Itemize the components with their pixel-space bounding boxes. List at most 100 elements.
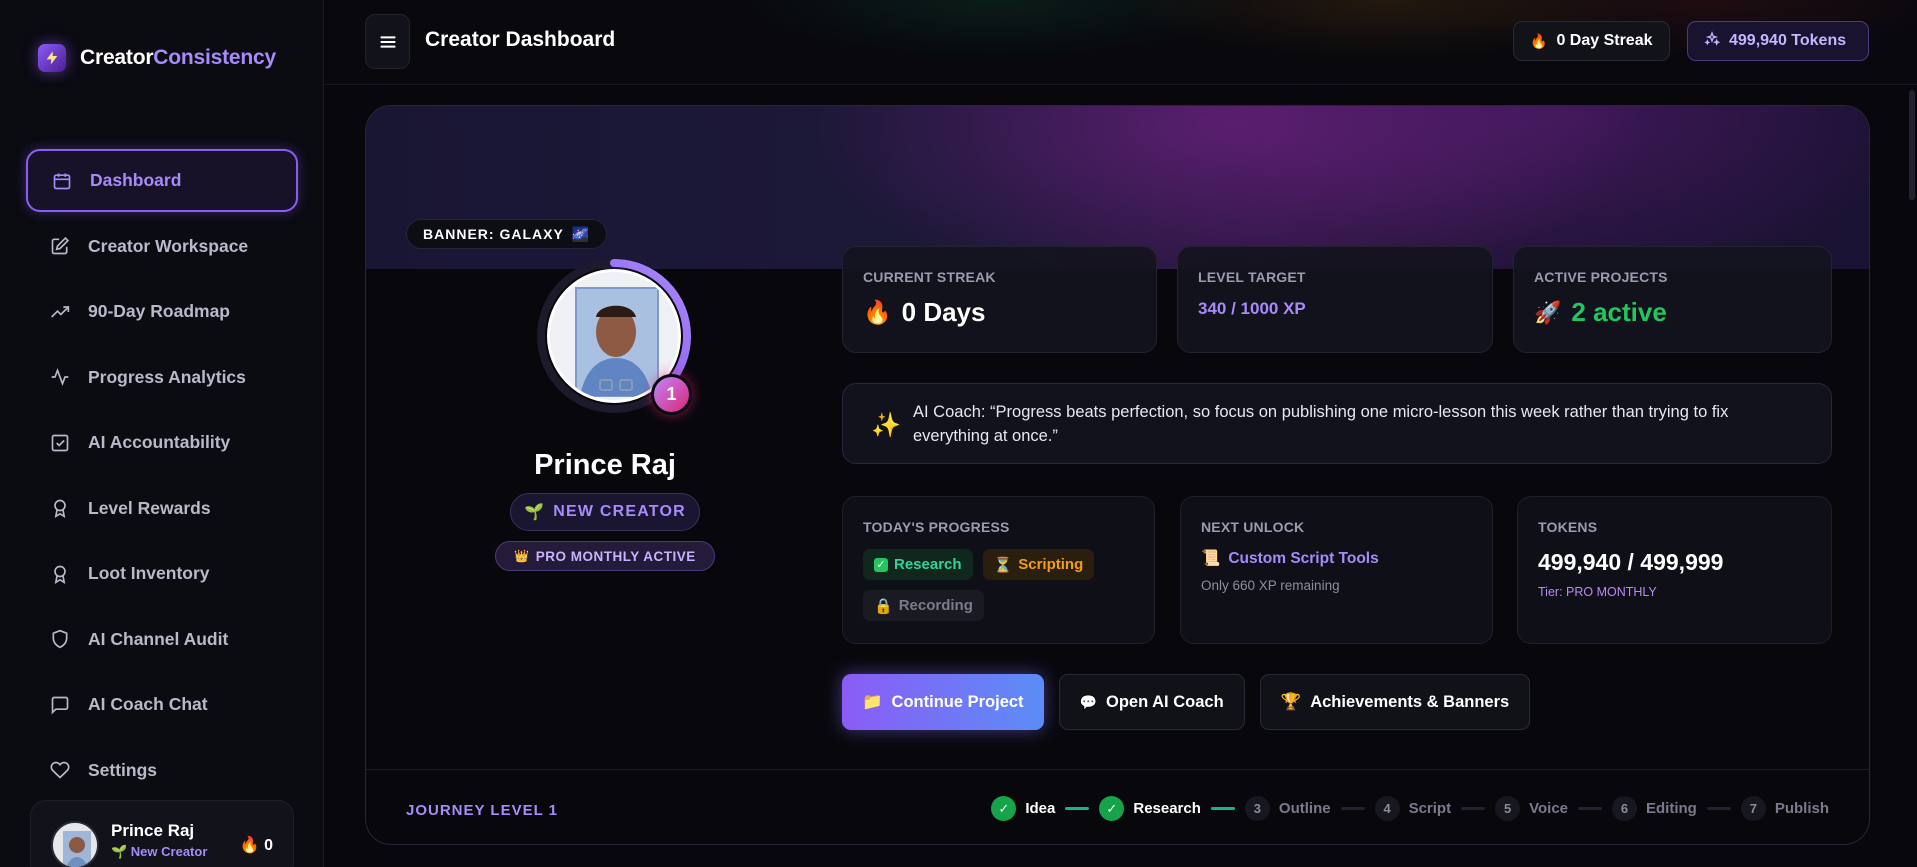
continue-project-button[interactable]: 📁 Continue Project: [842, 674, 1044, 730]
profile-card: BANNER: GALAXY 🌌 1 Prince Raj 🌱 NEW CREA…: [365, 105, 1870, 845]
scrollbar[interactable]: [1909, 90, 1915, 200]
step-editing[interactable]: 6 Editing: [1612, 796, 1697, 821]
tokens-tier: Tier: PRO MONTHLY: [1538, 585, 1657, 599]
chip-recording: 🔒 Recording: [863, 590, 984, 621]
check-icon: ✓: [874, 557, 888, 572]
trend-icon: [50, 302, 70, 322]
sidebar: CreatorConsistency Dashboard Creator Wor…: [0, 0, 324, 867]
step-number: 5: [1495, 796, 1521, 821]
step-number: 4: [1374, 796, 1400, 821]
step-number: 3: [1244, 796, 1270, 821]
step-connector: [1340, 807, 1365, 810]
action-buttons: 📁 Continue Project 💬 Open AI Coach 🏆 Achiev…: [842, 674, 1531, 730]
shield-icon: [50, 629, 70, 649]
streak-card: CURRENT STREAK 🔥 0 Days: [842, 246, 1157, 353]
rocket-icon: 🚀: [1534, 299, 1562, 325]
brand[interactable]: CreatorConsistency: [38, 44, 276, 72]
tokens-text: 499,940 Tokens: [1729, 32, 1847, 49]
sidebar-item-ai-channel-audit[interactable]: AI Channel Audit: [26, 608, 298, 671]
banner-tag[interactable]: BANNER: GALAXY 🌌: [406, 219, 608, 249]
check-icon: ✓: [1099, 796, 1125, 821]
sidebar-item-dashboard[interactable]: Dashboard: [26, 149, 298, 212]
folder-icon: 📁: [862, 692, 883, 711]
sidebar-item-creator-workspace[interactable]: Creator Workspace: [26, 215, 298, 278]
lightning-icon: [38, 44, 66, 72]
heart-icon: [50, 760, 70, 780]
step-connector: [1210, 807, 1235, 810]
step-connector: [1461, 807, 1486, 810]
seedling-icon: 🌱: [524, 504, 546, 521]
sidebar-item-progress-analytics[interactable]: Progress Analytics: [26, 346, 298, 409]
ai-coach-message: ✨ AI Coach: “Progress beats perfection, …: [842, 383, 1832, 464]
user-card[interactable]: Prince Raj 🌱 New Creator 🔥 0: [30, 800, 294, 867]
sidebar-item-label: Dashboard: [90, 170, 182, 190]
step-connector: [1578, 807, 1602, 810]
avatar-container: 1: [534, 256, 694, 416]
check-icon: ✓: [991, 796, 1017, 821]
sidebar-item-label: Creator Workspace: [88, 235, 249, 256]
open-ai-coach-button[interactable]: 💬 Open AI Coach: [1058, 674, 1245, 730]
streak-pill[interactable]: 🔥 0 Day Streak: [1513, 21, 1670, 61]
step-connector: [1706, 807, 1731, 810]
galaxy-icon: 🌌: [571, 225, 591, 242]
sidebar-item-settings[interactable]: Settings: [26, 739, 298, 802]
achievements-button[interactable]: 🏆 Achievements & Banners: [1259, 674, 1531, 730]
sidebar-item-level-rewards[interactable]: Level Rewards: [26, 477, 298, 540]
step-script[interactable]: 4 Script: [1374, 796, 1451, 821]
active-projects-value: 🚀 2 active: [1534, 297, 1667, 327]
user-title: 🌱 New Creator: [111, 844, 208, 859]
stat-label: TOKENS: [1538, 519, 1598, 535]
stat-label: CURRENT STREAK: [863, 269, 996, 285]
step-idea[interactable]: ✓ Idea: [991, 796, 1055, 821]
sidebar-item-loot-inventory[interactable]: Loot Inventory: [26, 542, 298, 605]
step-number: 7: [1740, 796, 1766, 821]
flame-icon: 🔥: [239, 837, 260, 854]
journey-steps: ✓ Idea ✓ Research 3 Outline 4 Script 5 Voice …: [991, 796, 1829, 821]
level-target-card: LEVEL TARGET 340 / 1000 XP: [1177, 246, 1493, 353]
progress-chips: ✓ Research ⏳ Scripting 🔒 Recording: [863, 549, 1103, 621]
trophy-icon: 🏆: [1280, 692, 1302, 711]
xp-remaining: Only 660 XP remaining: [1201, 578, 1340, 593]
flame-icon: 🔥: [863, 299, 892, 325]
step-connector: [1065, 807, 1090, 810]
profile-name: Prince Raj: [534, 449, 676, 481]
sparkles-icon: [1704, 30, 1721, 52]
rank-badge: 🌱 NEW CREATOR: [510, 493, 700, 531]
sidebar-item-ai-accountability[interactable]: AI Accountability: [26, 411, 298, 474]
chip-scripting[interactable]: ⏳ Scripting: [982, 549, 1095, 580]
calendar-icon: [52, 171, 72, 191]
step-publish[interactable]: 7 Publish: [1740, 796, 1829, 821]
menu-button[interactable]: [365, 14, 410, 69]
step-research[interactable]: ✓ Research: [1099, 796, 1201, 821]
award-icon: [50, 498, 70, 518]
brand-name: CreatorConsistency: [80, 46, 276, 69]
tokens-value: 499,940 / 499,999: [1538, 549, 1724, 575]
sidebar-item-roadmap[interactable]: 90-Day Roadmap: [26, 280, 298, 343]
todays-progress-card: TODAY'S PROGRESS ✓ Research ⏳ Scripting 🔒 R…: [842, 496, 1155, 644]
pulse-icon: [50, 367, 70, 387]
chat-icon: [50, 695, 70, 715]
stat-label: LEVEL TARGET: [1198, 269, 1306, 285]
step-voice[interactable]: 5 Voice: [1495, 796, 1568, 821]
scroll-icon: 📜: [1201, 550, 1221, 567]
streak-value: 🔥 0 Days: [863, 297, 986, 327]
tokens-pill[interactable]: 499,940 Tokens: [1687, 21, 1869, 61]
level-badge: 1: [651, 374, 692, 415]
chip-research[interactable]: ✓ Research: [863, 549, 973, 580]
user-name: Prince Raj: [111, 821, 195, 840]
sidebar-item-label: Level Rewards: [88, 497, 211, 518]
sidebar-item-label: AI Coach Chat: [88, 694, 208, 714]
tokens-card: TOKENS 499,940 / 499,999 Tier: PRO MONTH…: [1517, 496, 1832, 644]
hourglass-icon: ⏳: [993, 556, 1013, 574]
sparkle-icon: ✨: [871, 412, 901, 439]
step-outline[interactable]: 3 Outline: [1244, 796, 1331, 821]
edit-icon: [50, 236, 70, 256]
next-unlock-card: NEXT UNLOCK 📜 Custom Script Tools Only 66…: [1180, 496, 1493, 644]
journey-label: JOURNEY LEVEL 1: [406, 802, 558, 819]
next-unlock-item[interactable]: 📜 Custom Script Tools: [1201, 549, 1472, 568]
sidebar-item-label: Loot Inventory: [88, 563, 210, 583]
sidebar-item-ai-coach-chat[interactable]: AI Coach Chat: [26, 673, 298, 736]
streak-text: 0 Day Streak: [1556, 32, 1653, 49]
step-number: 6: [1612, 796, 1637, 821]
sidebar-item-label: Settings: [88, 759, 158, 780]
